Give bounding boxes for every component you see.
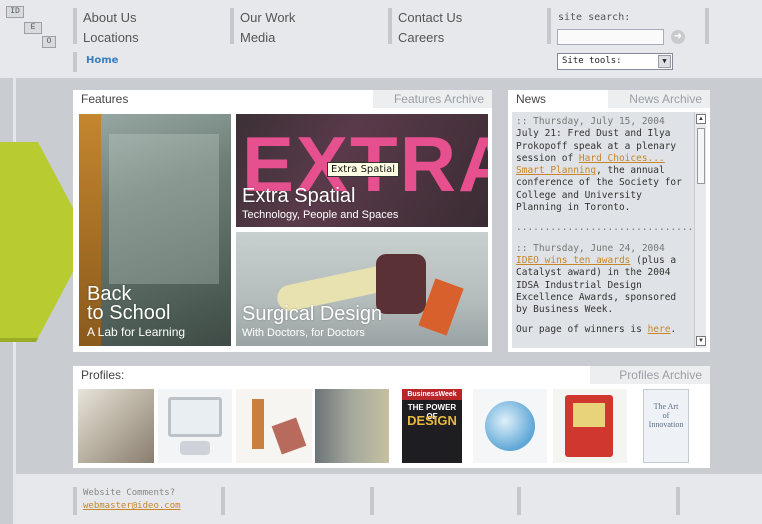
book-title-line: of <box>662 411 670 420</box>
nav-separator <box>230 8 234 44</box>
news-divider: ...................................... <box>516 222 694 234</box>
nav-careers[interactable]: Careers <box>398 28 462 48</box>
logo-cell: O <box>42 36 56 48</box>
tab-profiles: Profiles: <box>73 366 590 384</box>
footer-separator <box>517 487 521 515</box>
news-item: :: Thursday, June 24, 2004 IDEO wins ten… <box>516 243 690 317</box>
tab-profiles-archive[interactable]: Profiles Archive <box>590 366 710 384</box>
home-link[interactable]: Home <box>86 55 118 66</box>
site-tools-label: Site tools: <box>562 56 622 66</box>
scroll-thumb[interactable] <box>697 128 705 184</box>
book-title: The Art of Innovation <box>644 402 688 429</box>
profile-thumb-magazine[interactable]: BusinessWeek THE POWER OF DESIGN <box>402 389 462 463</box>
feature-subtitle: Technology, People and Spaces <box>242 209 399 221</box>
nav-column-1: About Us Locations <box>83 8 139 48</box>
robot-graphic <box>252 399 264 449</box>
footer-separator <box>370 487 374 515</box>
robot-graphic <box>271 417 307 455</box>
device-graphic <box>485 401 535 451</box>
scroll-down-icon[interactable]: ▼ <box>696 336 706 346</box>
magazine-masthead: BusinessWeek <box>402 389 462 400</box>
news-date: :: Thursday, June 24, 2004 <box>516 242 665 254</box>
kiosk-screen-graphic <box>573 403 605 427</box>
feature-back-to-school[interactable]: Back to School A Lab for Learning <box>79 114 231 346</box>
profile-thumb-exhibit[interactable] <box>315 389 389 463</box>
monitor-graphic <box>168 397 222 437</box>
tab-news[interactable]: News <box>508 90 608 108</box>
news-list: :: Thursday, July 15, 2004 July 21: Fred… <box>512 112 694 348</box>
magazine-headline-big: DESIGN <box>407 413 457 428</box>
glass-wall-graphic <box>109 134 219 284</box>
news-text: IDEO wins ten awards (plus a Catalyst aw… <box>516 254 677 316</box>
tab-features-archive[interactable]: Features Archive <box>373 90 492 108</box>
profile-thumb-robots[interactable] <box>236 389 312 463</box>
website-comments: Website Comments? webmaster@ideo.com <box>83 487 181 513</box>
profile-thumb-kiosk[interactable] <box>553 389 627 463</box>
nav-column-3: Contact Us Careers <box>398 8 462 48</box>
news-link[interactable]: IDEO wins ten awards <box>516 255 630 266</box>
feature-surgical-design[interactable]: Surgical Design With Doctors, for Doctor… <box>236 232 488 346</box>
feature-title: Surgical Design <box>242 303 383 325</box>
nav-contact-us[interactable]: Contact Us <box>398 8 462 28</box>
chevron-down-icon: ▼ <box>658 55 671 68</box>
feature-subtitle: With Doctors, for Doctors <box>242 327 365 339</box>
news-date: :: Thursday, July 15, 2004 <box>516 116 665 127</box>
profile-thumb-art-of-innovation[interactable]: The Art of Innovation <box>643 389 689 463</box>
nav-media[interactable]: Media <box>240 28 295 48</box>
site-tools-select[interactable]: Site tools: ▼ <box>557 53 673 70</box>
nav-separator <box>73 8 77 44</box>
nav-separator <box>547 8 551 44</box>
profile-thumb-monitor[interactable] <box>158 389 232 463</box>
news-scrollbar[interactable]: ▲ ▼ <box>694 112 706 348</box>
monitor-stand-graphic <box>180 441 210 455</box>
news-text: July 21: Fred Dust and Ilya Prokopoff sp… <box>516 128 682 214</box>
search-go-icon[interactable]: ➜ <box>671 30 685 44</box>
footer-separator <box>73 487 77 515</box>
search-label: site search: <box>558 12 631 23</box>
book-title-line: The Art <box>653 402 679 411</box>
tooltip: Extra Spatial <box>327 162 400 177</box>
scroll-up-icon[interactable]: ▲ <box>696 114 706 124</box>
nav-our-work[interactable]: Our Work <box>240 8 295 28</box>
feature-title: to School <box>87 302 171 324</box>
nav-about-us[interactable]: About Us <box>83 8 139 28</box>
news-closing: Our page of winners is here. <box>516 324 677 336</box>
tab-features[interactable]: Features <box>73 90 373 108</box>
profile-thumb-books[interactable] <box>78 389 154 463</box>
feature-title: Back <box>87 283 132 305</box>
nav-locations[interactable]: Locations <box>83 28 139 48</box>
feature-title: Extra Spatial <box>242 185 356 207</box>
home-separator <box>73 52 77 72</box>
search-input[interactable] <box>557 29 664 45</box>
footer-separator <box>676 487 680 515</box>
ideo-logo[interactable]: ID E O <box>6 6 70 50</box>
logo-cell: ID <box>6 6 24 18</box>
logo-cell: E <box>24 22 42 34</box>
comments-label: Website Comments? <box>83 488 176 498</box>
footer-separator <box>221 487 225 515</box>
nav-column-2: Our Work Media <box>240 8 295 48</box>
tab-news-archive[interactable]: News Archive <box>608 90 710 108</box>
book-title-line: Innovation <box>648 420 684 429</box>
nav-separator <box>388 8 392 44</box>
webmaster-email-link[interactable]: webmaster@ideo.com <box>83 500 181 513</box>
instrument-body-graphic <box>376 254 426 314</box>
nav-separator <box>705 8 709 44</box>
news-item: :: Thursday, July 15, 2004 July 21: Fred… <box>516 116 690 214</box>
profile-thumb-device[interactable] <box>473 389 547 463</box>
feature-subtitle: A Lab for Learning <box>87 325 186 339</box>
winners-link[interactable]: here <box>648 324 671 335</box>
